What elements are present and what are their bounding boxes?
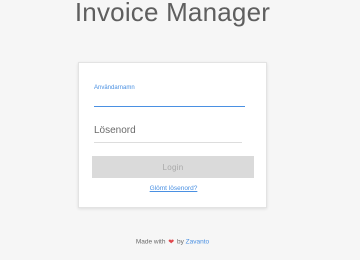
password-input[interactable]	[94, 119, 242, 143]
footer: Made with ❤ by Zavanto	[0, 238, 345, 247]
brand-link[interactable]: Zavanto	[186, 239, 210, 246]
footer-by: by	[176, 238, 184, 246]
login-button[interactable]: Login	[92, 156, 254, 178]
login-card: Användarnamn Login Glömt lösenord?	[78, 62, 267, 208]
password-field	[94, 119, 245, 143]
footer-made-with: Made with	[135, 238, 166, 246]
username-input[interactable]	[94, 93, 245, 107]
heart-icon: ❤	[168, 239, 175, 246]
username-label: Användarnamn	[94, 85, 135, 91]
forgot-password-link[interactable]: Glömt lösenord?	[79, 185, 268, 192]
page-title: Invoice Manager	[74, 0, 271, 27]
username-field: Användarnamn	[94, 85, 245, 107]
